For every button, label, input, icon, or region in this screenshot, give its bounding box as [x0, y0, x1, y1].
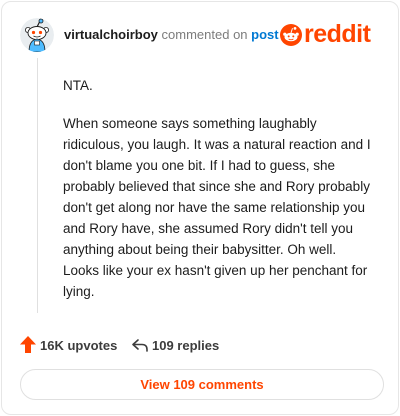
reddit-wordmark: reddit	[304, 20, 371, 48]
reply-count: 109 replies	[152, 338, 220, 353]
view-comments-button[interactable]: View 109 comments	[20, 369, 384, 400]
comment-body: NTA. When someone says something laughab…	[63, 75, 371, 319]
reddit-logo-icon	[280, 24, 302, 46]
reddit-logo[interactable]: reddit	[280, 20, 384, 49]
commented-on-text: commented on	[161, 27, 248, 42]
post-link[interactable]: post	[251, 27, 278, 42]
user-avatar[interactable]	[20, 18, 54, 52]
comment-paragraph: When someone says something laughably ri…	[63, 116, 371, 299]
comment-card: virtualchoirboy commented on post reddit…	[1, 1, 399, 415]
thread-line	[37, 58, 38, 313]
reply-arrow-icon	[132, 339, 148, 352]
comment-meta: virtualchoirboy commented on post	[64, 27, 279, 42]
comment-paragraph: NTA.	[63, 78, 93, 93]
snoo-avatar-icon	[20, 18, 54, 52]
upvote-count: 16K upvotes	[40, 338, 118, 353]
username[interactable]: virtualchoirboy	[64, 27, 158, 42]
comment-header: virtualchoirboy commented on post reddit	[20, 18, 384, 54]
upvote-arrow-icon	[20, 336, 36, 353]
